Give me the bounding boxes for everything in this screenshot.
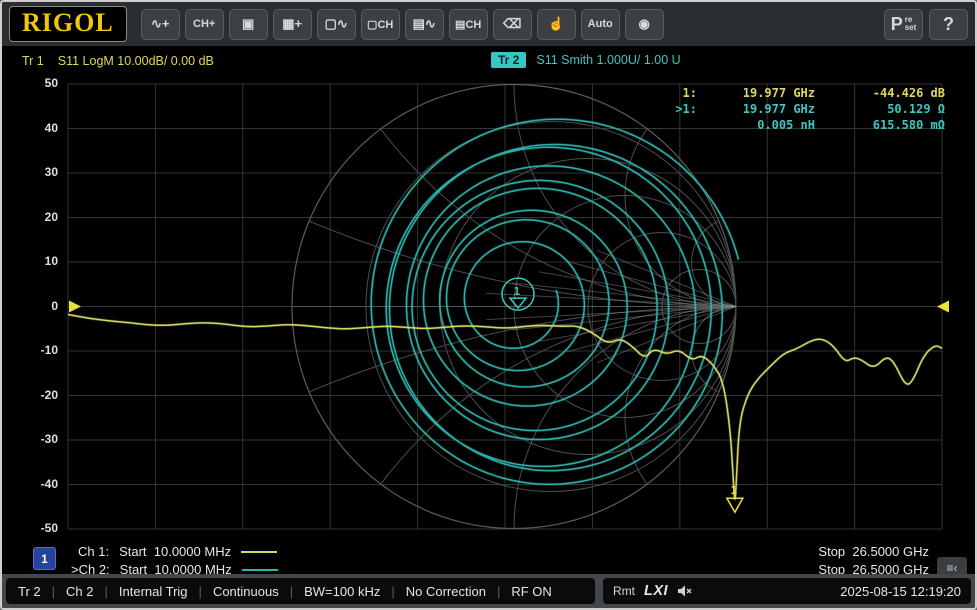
add-trace-icon: ∿+ xyxy=(151,16,169,32)
trace-window-button[interactable]: ▢∿ xyxy=(317,9,356,40)
channel-window-icon: ▢CH xyxy=(367,18,393,31)
preset-button[interactable]: P re set xyxy=(884,9,923,40)
trace1-info[interactable]: Tr 1 S11 LogM 10.00dB/ 0.00 dB xyxy=(22,54,214,68)
rigol-logo: RIGOL xyxy=(22,8,114,37)
y-tick-label: 0 xyxy=(2,299,58,313)
y-tick-label: 40 xyxy=(2,121,58,135)
add-trace-button[interactable]: ∿+ xyxy=(141,9,180,40)
y-tick-label: -10 xyxy=(2,343,58,357)
preset-icon: P xyxy=(891,14,903,35)
trace2-color-swatch xyxy=(242,569,278,571)
meas-table-button[interactable]: ▦+ xyxy=(273,9,312,40)
ref-level-marker-left[interactable] xyxy=(69,301,81,313)
datetime: 2025-08-15 12:19:20 xyxy=(840,584,961,599)
remote-indicator: Rmt xyxy=(613,584,635,598)
y-tick-label: 10 xyxy=(2,254,58,268)
delete-button[interactable]: ⌫ xyxy=(493,9,532,40)
status-item[interactable]: BW=100 kHz xyxy=(304,584,380,599)
trace-window-icon: ▢∿ xyxy=(325,16,348,32)
status-item[interactable]: Tr 2 xyxy=(18,584,41,599)
channel1-stop: Stop 26.5000 GHz xyxy=(818,544,929,559)
toolbar: RIGOL ∿+ CH+ ▣ ▦+ ▢∿ ▢CH ▤∿ ▤CH ⌫ ☝ Auto ◉ P re set… xyxy=(2,2,975,46)
screenshot-icon: ◉ xyxy=(639,16,650,32)
marker-readout-id xyxy=(667,118,697,132)
marker-readout-freq: 0.005 nH xyxy=(697,118,815,132)
toolbar-buttons: ∿+ CH+ ▣ ▦+ ▢∿ ▢CH ▤∿ ▤CH ⌫ ☝ Auto ◉ xyxy=(141,9,664,40)
marker-readout-freq: 19.977 GHz xyxy=(697,102,815,116)
y-tick-label: -50 xyxy=(2,521,58,535)
channel1-start: Start 10.0000 MHz xyxy=(119,544,231,559)
add-channel-button[interactable]: CH+ xyxy=(185,9,224,40)
trace2-label[interactable]: Tr 2 xyxy=(491,52,526,68)
touch-icon: ☝ xyxy=(548,16,564,32)
status-bar: Tr 2 | Ch 2 | Internal Trig | Continuous | BW=10… xyxy=(2,574,975,608)
trace1-color-swatch xyxy=(241,551,277,553)
mute-icon[interactable] xyxy=(677,584,693,598)
auto-scale-button[interactable]: Auto xyxy=(581,9,620,40)
marker-readout-id: >1: xyxy=(667,102,697,116)
screenshot-button[interactable]: ◉ xyxy=(625,9,664,40)
marker-readout-value: 615.580 mΩ xyxy=(815,118,945,132)
ref-level-marker-right[interactable] xyxy=(937,301,949,313)
svg-text:1: 1 xyxy=(731,484,738,497)
marker-readout-id: 1: xyxy=(667,86,697,100)
marker1-trace1[interactable]: 1 xyxy=(727,484,743,512)
channel-window-button[interactable]: ▢CH xyxy=(361,9,400,40)
y-tick-label: -30 xyxy=(2,432,58,446)
trace1-settings[interactable]: S11 LogM 10.00dB/ 0.00 dB xyxy=(58,54,214,68)
y-tick-label: -20 xyxy=(2,388,58,402)
marker-readout: 1:19.977 GHz-44.426 dB >1:19.977 GHz50.12… xyxy=(667,86,945,132)
svg-text:1: 1 xyxy=(514,285,521,298)
channel1-info[interactable]: Ch 1: Start 10.0000 MHz xyxy=(78,544,277,559)
marker-readout-value: 50.129 Ω xyxy=(815,102,945,116)
y-axis-labels: 50 40 30 20 10 0 -10 -20 -30 -40 -50 xyxy=(2,2,58,610)
trace2-info[interactable]: Tr 2 S11 Smith 1.000U/ 1.00 U xyxy=(491,52,681,68)
status-separator: | xyxy=(52,584,55,599)
status-item[interactable]: RF ON xyxy=(511,584,551,599)
status-items: Tr 2 | Ch 2 | Internal Trig | Continuous | BW=10… xyxy=(6,578,595,604)
status-separator: | xyxy=(290,584,293,599)
channel1-label: Ch 1: xyxy=(78,544,109,559)
meas-table-icon: ▦+ xyxy=(282,16,302,32)
marker-readout-freq: 19.977 GHz xyxy=(697,86,815,100)
status-separator: | xyxy=(497,584,500,599)
preset-label-set: set xyxy=(905,24,917,32)
window-layout-button[interactable]: ▣ xyxy=(229,9,268,40)
status-item[interactable]: Continuous xyxy=(213,584,279,599)
trace-save-icon: ▤∿ xyxy=(413,16,436,32)
status-item[interactable]: No Correction xyxy=(406,584,486,599)
marker1-trace2[interactable]: 1 xyxy=(502,278,534,310)
channel-save-icon: ▤CH xyxy=(455,18,481,31)
y-tick-label: 30 xyxy=(2,165,58,179)
delete-icon: ⌫ xyxy=(503,16,521,32)
status-item[interactable]: Internal Trig xyxy=(119,584,188,599)
y-tick-label: 20 xyxy=(2,210,58,224)
y-tick-label: -40 xyxy=(2,477,58,491)
auto-scale-icon: Auto xyxy=(588,18,613,30)
trace1-label[interactable]: Tr 1 xyxy=(22,54,44,68)
help-button[interactable]: ? xyxy=(929,9,968,40)
channel-save-button[interactable]: ▤CH xyxy=(449,9,488,40)
lxi-logo: LXI xyxy=(644,583,668,599)
system-status: Rmt LXI 2025-08-15 12:19:20 xyxy=(603,578,971,604)
trace2-settings[interactable]: S11 Smith 1.000U/ 1.00 U xyxy=(536,53,680,67)
channel-badge[interactable]: 1 xyxy=(33,547,56,570)
vna-screen: RIGOL ∿+ CH+ ▣ ▦+ ▢∿ ▢CH ▤∿ ▤CH ⌫ ☝ Auto ◉ P re set… xyxy=(0,0,977,610)
marker-readout-value: -44.426 dB xyxy=(815,86,945,100)
status-item[interactable]: Ch 2 xyxy=(66,584,93,599)
add-channel-icon: CH+ xyxy=(193,18,215,30)
status-separator: | xyxy=(105,584,108,599)
touch-button[interactable]: ☝ xyxy=(537,9,576,40)
window-layout-icon: ▣ xyxy=(242,16,254,32)
rigol-logo-box: RIGOL xyxy=(9,6,127,42)
status-separator: | xyxy=(199,584,202,599)
trace-save-button[interactable]: ▤∿ xyxy=(405,9,444,40)
status-separator: | xyxy=(391,584,394,599)
y-tick-label: 50 xyxy=(2,76,58,90)
